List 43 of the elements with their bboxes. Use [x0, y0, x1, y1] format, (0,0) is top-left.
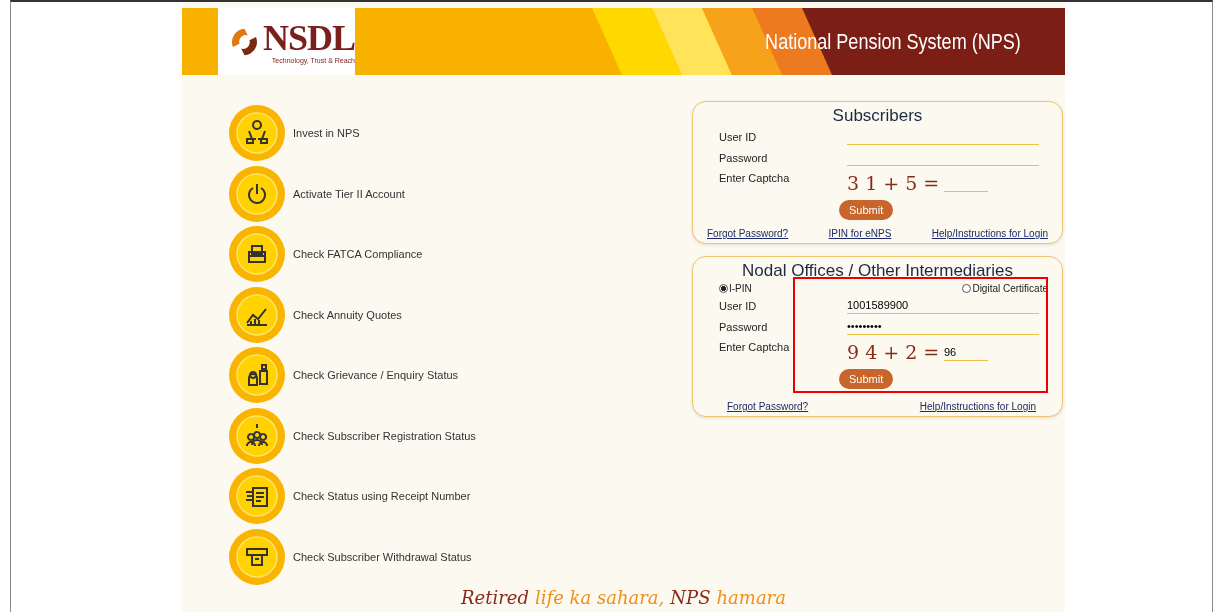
service-icon[interactable]: [229, 165, 285, 222]
field-label: Password: [719, 151, 769, 164]
service-link[interactable]: Check Annuity Quotes: [293, 308, 402, 321]
captcha-text: 3 1 + 5 =: [847, 172, 941, 194]
radio-icon[interactable]: [962, 283, 972, 293]
link[interactable]: IPIN for eNPS: [828, 228, 892, 239]
radio-icon[interactable]: [719, 283, 728, 293]
input-field[interactable]: 1001589900: [847, 297, 1039, 314]
login-mode-radio[interactable]: I-PIN: [719, 281, 752, 295]
submit-button[interactable]: Submit: [839, 369, 894, 389]
service-icon[interactable]: [229, 468, 285, 524]
link[interactable]: Help/Instructions for Login: [931, 228, 1048, 239]
captcha-text: 9 4 + 2 =: [847, 341, 941, 363]
service-link[interactable]: Check FATCA Compliance: [293, 248, 423, 260]
service-icon[interactable]: [229, 528, 285, 585]
panel-title: Subscribers: [831, 106, 924, 126]
service-icon[interactable]: [229, 105, 285, 161]
service-link[interactable]: Check Subscriber Withdrawal Status: [293, 550, 472, 563]
service-link[interactable]: Check Status using Receipt Number: [293, 490, 471, 502]
service-link[interactable]: Activate Tier II Account: [293, 187, 405, 200]
site-title: National Pension System (NPS): [765, 28, 1021, 55]
captcha-field[interactable]: 96: [944, 343, 988, 361]
service-icon[interactable]: [229, 347, 285, 403]
link[interactable]: Forgot Password?: [707, 228, 789, 239]
service-link[interactable]: Check Grievance / Enquiry Status: [293, 369, 459, 381]
field-label: Enter Captcha: [719, 171, 791, 184]
link[interactable]: Forgot Password?: [727, 401, 809, 412]
field-label: User ID: [719, 299, 758, 312]
input-field[interactable]: •••••••••: [847, 318, 1039, 335]
login-mode-radio[interactable]: Digital Certificate: [962, 281, 1048, 295]
service-icon[interactable]: [229, 226, 285, 282]
service-icon[interactable]: [229, 286, 285, 343]
field-label: Password: [719, 320, 769, 333]
submit-button[interactable]: Submit: [839, 200, 894, 220]
logo-name: NSDL: [262, 19, 355, 57]
service-link[interactable]: Invest in NPS: [293, 127, 360, 139]
service-icon[interactable]: [229, 407, 285, 464]
link[interactable]: Help/Instructions for Login: [919, 401, 1036, 412]
panel-title: Nodal Offices / Other Intermediaries: [741, 261, 1014, 281]
service-link[interactable]: Check Subscriber Registration Status: [293, 429, 476, 442]
tagline: Retired life ka sahara, NPS hamara: [459, 587, 787, 608]
field-label: User ID: [719, 130, 758, 143]
field-label: Enter Captcha: [719, 340, 791, 353]
